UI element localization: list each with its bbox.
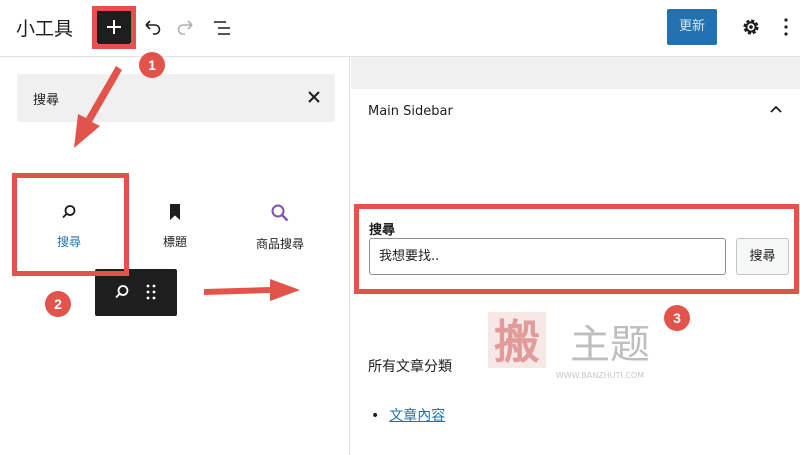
step-badge-3: 3 (664, 305, 690, 331)
annotation-arrows (74, 66, 300, 301)
widgets-editor: 小工具 更新 搜尋 搜尋 標題 商品搜尋 Main Sidebar 搜尋 我想要… (0, 0, 800, 455)
step-badge-1: 1 (139, 52, 165, 78)
step-badge-2: 2 (45, 291, 71, 317)
